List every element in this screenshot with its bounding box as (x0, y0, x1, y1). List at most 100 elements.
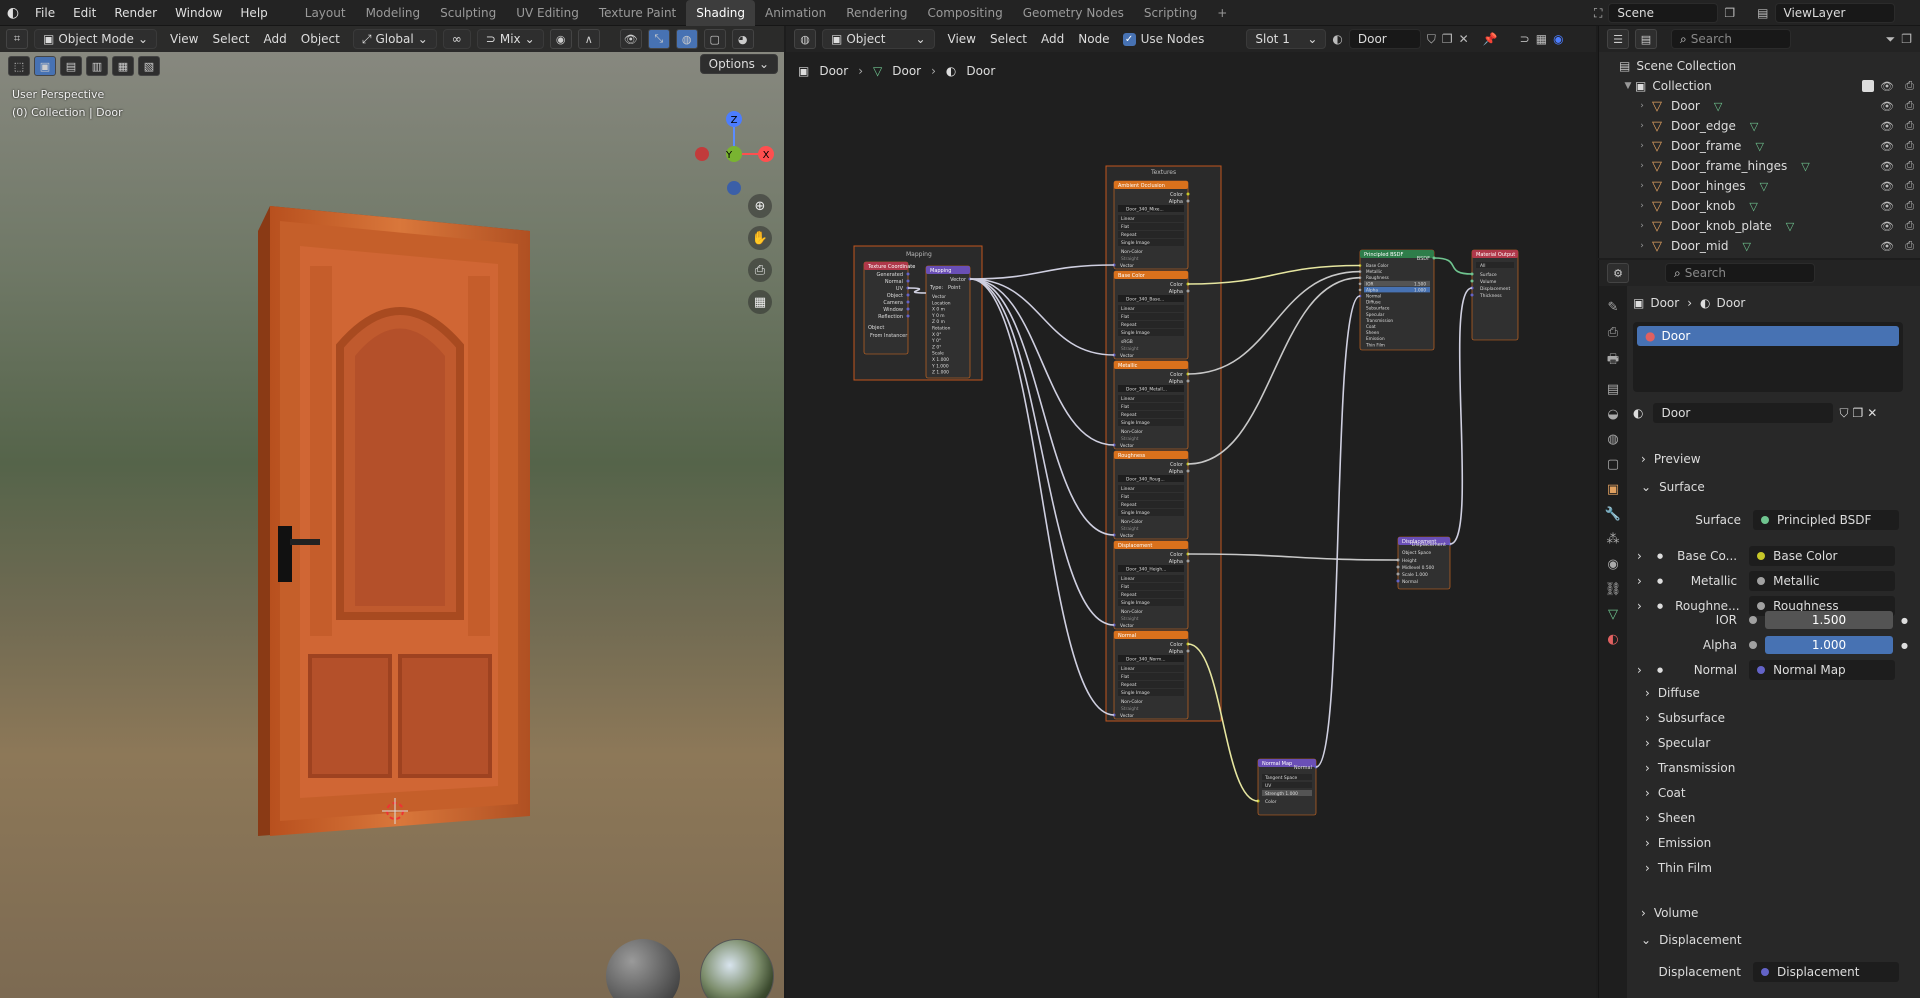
mesh-data-icon[interactable]: ▽ (1801, 160, 1809, 173)
camera-icon[interactable]: ⎙ (748, 258, 772, 282)
workspace-tab-animation[interactable]: Animation (755, 0, 836, 26)
socket[interactable] (1186, 192, 1190, 196)
eye-icon[interactable]: 👁 (1880, 240, 1894, 253)
surface-panel[interactable]: ⌄ Surface (1633, 480, 1913, 494)
duplicate-icon[interactable]: ❐ (1853, 406, 1864, 420)
menu-file[interactable]: File (26, 0, 64, 26)
chevron-down-icon[interactable]: ▼ (1621, 81, 1635, 91)
socket[interactable] (1186, 559, 1190, 563)
workspace-tab-geometry-nodes[interactable]: Geometry Nodes (1013, 0, 1134, 26)
shader-node-editor[interactable]: ◍ ▣ Object ⌄ View Select Add Node ✓ Use Nodes … (786, 26, 1596, 998)
matcap-sphere[interactable] (606, 939, 680, 998)
viewport-menu-select[interactable]: Select (205, 32, 256, 46)
render-camera-icon[interactable]: ⎙ (1905, 79, 1914, 93)
render-camera-icon[interactable]: ⎙ (1905, 199, 1914, 213)
editor-type-icon[interactable]: ⚙ (1607, 263, 1629, 283)
zoom-icon[interactable]: ⊕ (748, 194, 772, 218)
node-link[interactable] (1449, 287, 1473, 545)
world-tab-icon[interactable]: ◍ (1607, 432, 1618, 447)
input-link-field[interactable]: Base Color (1749, 546, 1896, 566)
keyframe-dot-icon[interactable]: ● (1901, 641, 1908, 650)
editor-type-icon[interactable]: ☰ (1607, 29, 1629, 49)
socket[interactable] (1470, 279, 1474, 283)
collection-tab-icon[interactable]: ▢ (1607, 457, 1619, 472)
render-camera-icon[interactable]: ⎙ (1905, 139, 1914, 153)
modifier-tab-icon[interactable]: 🔧 (1605, 507, 1621, 522)
select-invert-icon[interactable]: ▦ (112, 56, 134, 76)
volume-panel[interactable]: › Volume (1633, 906, 1913, 920)
surface-shader-field[interactable]: Principled BSDF (1753, 510, 1899, 530)
socket[interactable] (1358, 282, 1362, 286)
socket[interactable] (1358, 288, 1362, 292)
display-mode-icon[interactable]: ▤ (1635, 29, 1657, 49)
subpanel-specular[interactable]: › Specular (1633, 736, 1913, 750)
node-link[interactable] (969, 278, 1115, 716)
subpanel-coat[interactable]: › Coat (1633, 786, 1913, 800)
menu-edit[interactable]: Edit (64, 0, 105, 26)
workspace-tab-texture-paint[interactable]: Texture Paint (589, 0, 686, 26)
socket[interactable] (1396, 572, 1400, 576)
select-intersect-icon[interactable]: ▧ (138, 56, 160, 76)
outliner-item-door-knob[interactable]: › ▽ Door_knob ▽ 👁 ⎙ (1599, 196, 1920, 216)
scene-icon[interactable]: ⛶ (1594, 6, 1602, 21)
physics-tab-icon[interactable]: ◉ (1607, 557, 1618, 572)
chevron-right-icon[interactable]: › (1635, 181, 1649, 191)
shading-solid-icon[interactable]: ◕ (731, 29, 754, 49)
output-tab-icon[interactable]: 🖶 (1607, 350, 1619, 372)
workspace-tab-scripting[interactable]: Scripting (1134, 0, 1207, 26)
viewport-menu-add[interactable]: Add (257, 32, 294, 46)
menu-render[interactable]: Render (105, 0, 166, 26)
visibility-icon[interactable]: 👁 (619, 29, 642, 49)
mesh-data-icon[interactable]: ▽ (1743, 240, 1751, 253)
scene-field[interactable]: Scene (1608, 3, 1719, 23)
displacement-input-field[interactable]: Displacement (1753, 962, 1899, 982)
socket[interactable] (906, 279, 910, 283)
render-tab-icon[interactable]: ⎙ (1608, 325, 1618, 340)
node-graph[interactable]: Mapping Textures Texture Coordinate Generat… (786, 26, 1596, 998)
eye-icon[interactable]: 👁 (1880, 180, 1894, 193)
snap-mix-dropdown[interactable]: ⊃ Mix ⌄ (476, 29, 544, 49)
socket[interactable] (1186, 379, 1190, 383)
mesh-data-icon[interactable]: ▽ (1749, 200, 1757, 213)
menu-help[interactable]: Help (231, 0, 276, 26)
pan-hand-icon[interactable]: ✋ (748, 226, 772, 250)
view-layer-field[interactable]: ViewLayer (1774, 3, 1895, 23)
eye-icon[interactable]: 👁 (1880, 100, 1894, 113)
subpanel-diffuse[interactable]: › Diffuse (1633, 686, 1913, 700)
grid-icon[interactable]: ▦ (748, 290, 772, 314)
node-link[interactable] (1433, 257, 1473, 275)
displacement-panel[interactable]: ⌄ Displacement (1633, 933, 1913, 947)
mesh-data-icon[interactable]: ▽ (1750, 120, 1758, 133)
options-dropdown[interactable]: Options ⌄ (699, 54, 778, 74)
material-tab-icon[interactable]: ◐ (1607, 632, 1618, 647)
editor-type-icon[interactable]: ⌗ (6, 29, 28, 49)
add-workspace-icon[interactable]: + (1207, 0, 1237, 26)
chevron-right-icon[interactable]: › (1637, 663, 1651, 677)
viewport-menu-view[interactable]: View (163, 32, 205, 46)
alpha-field[interactable]: 1.000 (1765, 636, 1893, 654)
exclude-checkbox[interactable] (1862, 80, 1874, 92)
gizmo-toggle-icon[interactable]: ⤡ (647, 29, 670, 49)
material-slot-list[interactable]: ● Door (1633, 322, 1903, 392)
chevron-right-icon[interactable]: › (1637, 574, 1651, 588)
outliner-item-door[interactable]: › ▽ Door ▽ 👁 ⎙ (1599, 96, 1920, 116)
render-camera-icon[interactable]: ⎙ (1905, 119, 1914, 133)
workspace-tab-sculpting[interactable]: Sculpting (430, 0, 506, 26)
render-camera-icon[interactable]: ⎙ (1905, 99, 1914, 113)
select-subtract-icon[interactable]: ▥ (86, 56, 108, 76)
mesh-data-icon[interactable]: ▽ (1714, 100, 1722, 113)
workspace-tab-compositing[interactable]: Compositing (917, 0, 1012, 26)
new-collection-icon[interactable]: ❐ (1901, 32, 1912, 46)
subpanel-thin-film[interactable]: › Thin Film (1633, 861, 1913, 875)
eye-icon[interactable]: 👁 (1880, 160, 1894, 173)
material-slot-item[interactable]: ● Door (1637, 326, 1899, 346)
falloff-icon[interactable]: ∧ (577, 29, 600, 49)
outliner-item-door-frame-hinges[interactable]: › ▽ Door_frame_hinges ▽ 👁 ⎙ (1599, 156, 1920, 176)
keyframe-dot-icon[interactable]: ● (1901, 616, 1908, 625)
socket[interactable] (1186, 649, 1190, 653)
overlay-toggle-icon[interactable]: ◍ (675, 29, 698, 49)
preview-panel[interactable]: › Preview (1633, 452, 1913, 466)
material-sphere-icon[interactable]: ◐ (1633, 406, 1643, 420)
normal-input-field[interactable]: Normal Map (1749, 660, 1896, 680)
chevron-right-icon[interactable]: › (1635, 101, 1649, 111)
